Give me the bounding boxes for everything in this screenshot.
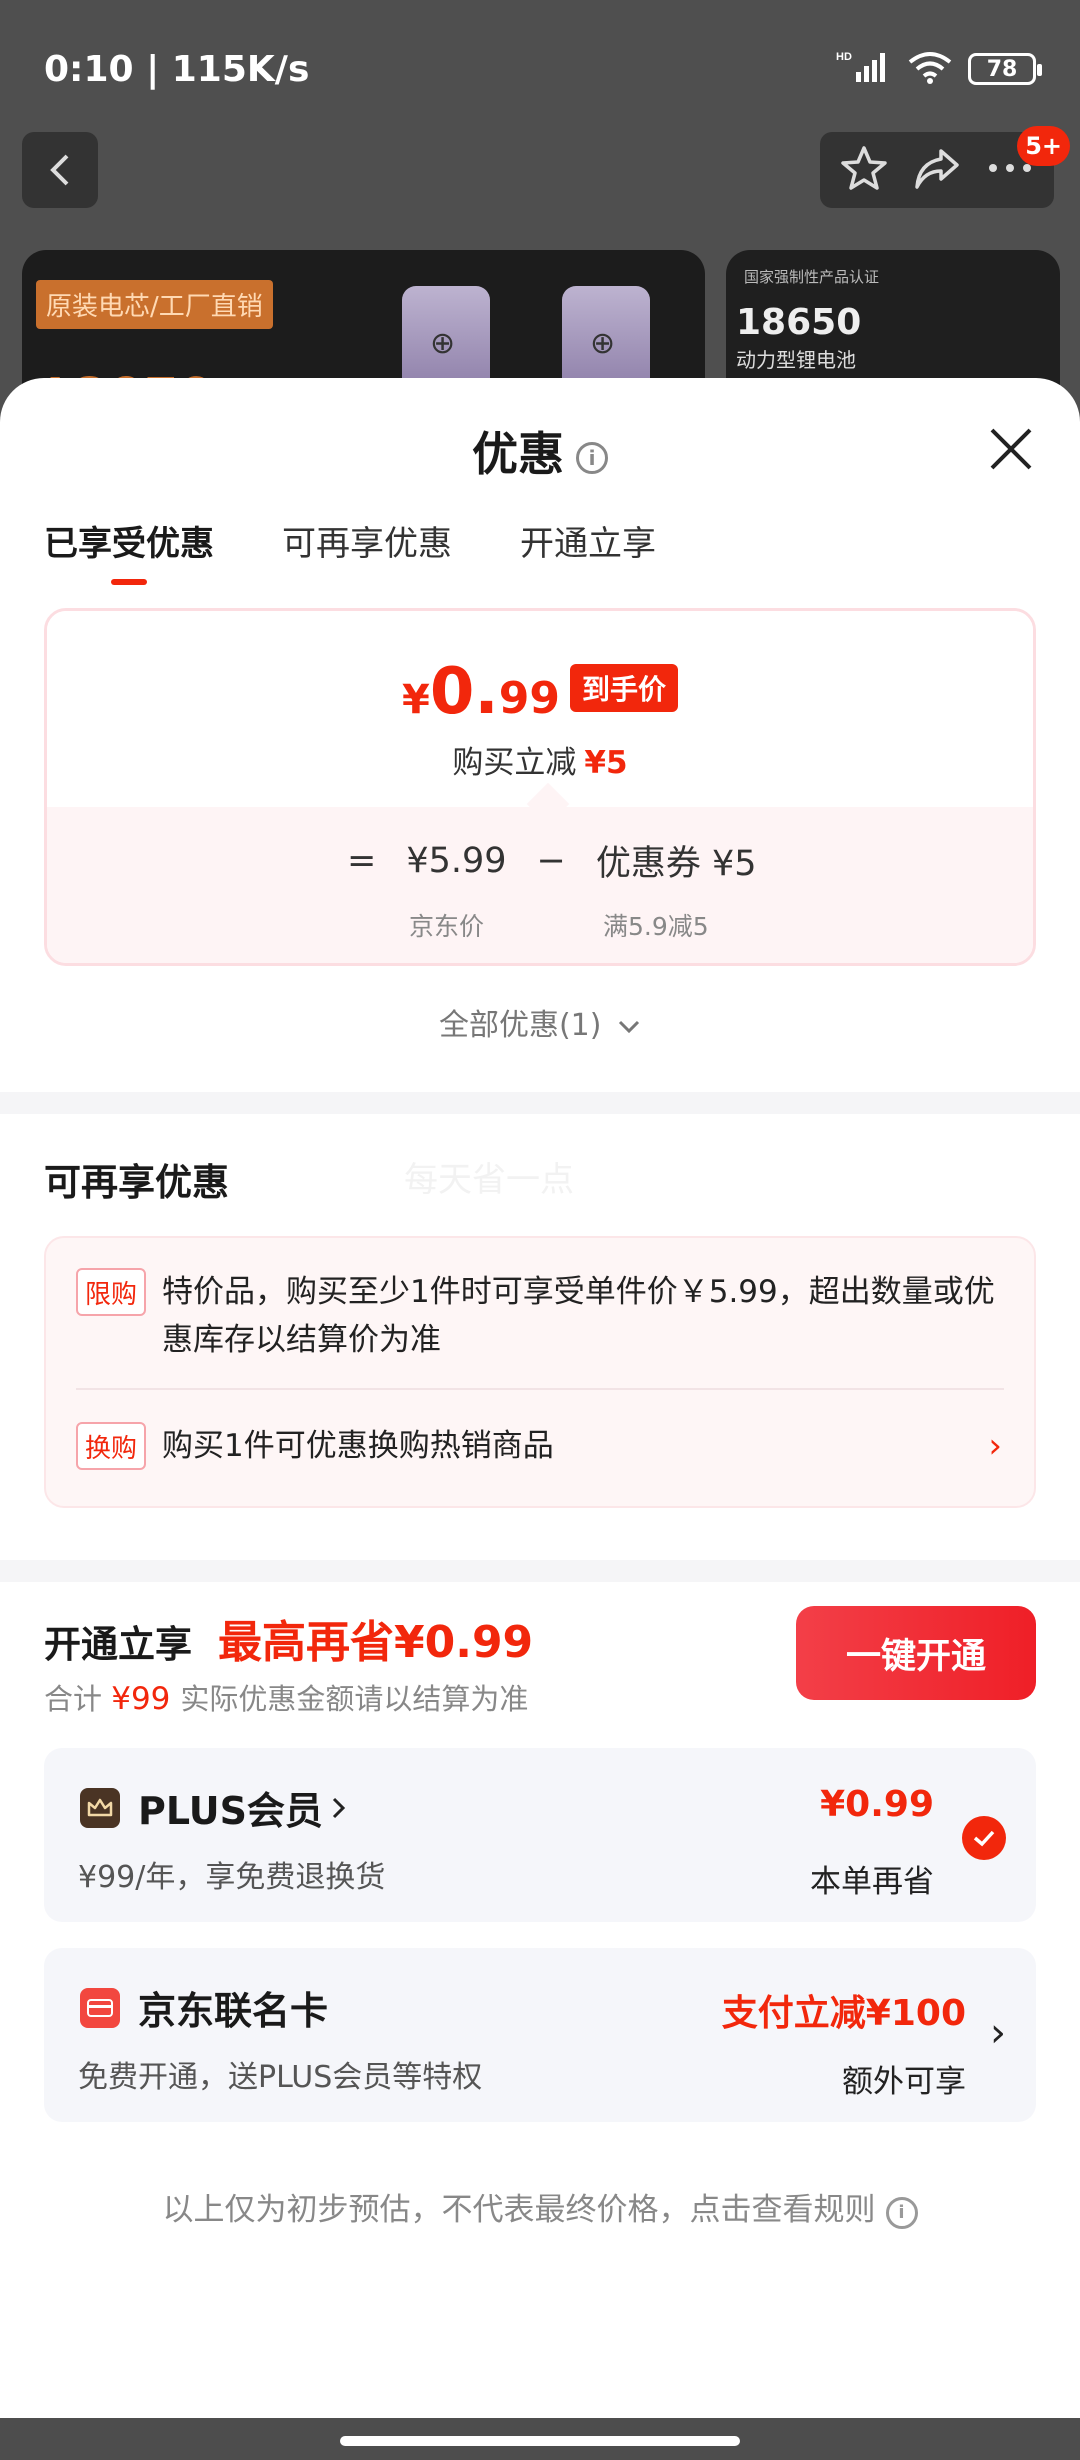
jd-price: ¥5.99: [406, 840, 507, 881]
open-now-note: 合计 ¥99 实际优惠金额请以结算为准: [44, 1681, 529, 1717]
banner-subtitle: 动力型锂电池: [736, 348, 856, 372]
status-icons: HD 78: [836, 50, 1042, 88]
crown-icon: [80, 1787, 120, 1828]
section-divider: [0, 1092, 1080, 1114]
more-discounts-title: 可再享优惠: [44, 1161, 229, 1204]
tab-more-available[interactable]: 可再享优惠: [282, 516, 452, 585]
open-now-header: 开通立享 最高再省¥0.99: [44, 1606, 533, 1670]
chevron-right-icon[interactable]: ›: [990, 2010, 1006, 2056]
tab-enjoyed[interactable]: 已享受优惠: [44, 516, 214, 585]
discount-tabs: 已享受优惠 可再享优惠 开通立享: [44, 516, 656, 585]
close-icon: [990, 428, 1032, 470]
all-discounts-toggle[interactable]: 全部优惠(1): [0, 1000, 1080, 1044]
cobrand-card-subtitle: 免费开通，送PLUS会员等特权: [78, 2060, 483, 2095]
minus-sign: −: [536, 840, 566, 881]
info-icon[interactable]: i: [576, 441, 608, 474]
price-breakdown: = ¥5.99 − 优惠券 ¥5 京东价 满5.9减5: [47, 807, 1033, 963]
star-icon[interactable]: [839, 143, 889, 197]
cert-text: 国家强制性产品认证: [744, 268, 880, 286]
discount-sheet: 优惠 i 已享受优惠 可再享优惠 开通立享 ¥0. 99 到手价 购买立减 ¥5 = …: [0, 378, 1080, 2418]
home-indicator[interactable]: [340, 2436, 740, 2446]
chevron-left-icon: [50, 154, 69, 186]
checkmark-icon[interactable]: [962, 1816, 1006, 1860]
plus-save-amount: ¥0.99: [820, 1784, 934, 1825]
status-bar: 0:10 | 115K/s HD 78: [44, 44, 1042, 94]
instant-discount: 购买立减 ¥5: [452, 745, 628, 781]
plus-title: PLUS会员: [138, 1789, 323, 1833]
plus-member-option[interactable]: PLUS会员 ¥99/年，享免费退换货 ¥0.99 本单再省: [44, 1748, 1036, 1922]
divider: [76, 1388, 1004, 1390]
sheet-title: 优惠 i: [0, 418, 1080, 484]
chevron-right-icon[interactable]: ›: [988, 1426, 1002, 1466]
share-icon[interactable]: [911, 143, 963, 197]
banner-model: 18650: [736, 302, 862, 343]
svg-text:HD: HD: [836, 51, 852, 63]
final-price-card: ¥0. 99 到手价 购买立减 ¥5 = ¥5.99 − 优惠券 ¥5 京东价 满5…: [44, 608, 1036, 966]
cobrand-card-label: 额外可享: [842, 2064, 966, 2100]
battery-icon: 78: [968, 53, 1042, 85]
more-discounts-card: 限购 特价品，购买至少1件时可享受单件价￥5.99，超出数量或优惠库存以结算价为…: [44, 1236, 1036, 1508]
promo-tag-exchange: 换购: [76, 1422, 146, 1470]
cobrand-card-discount: 支付立减¥100: [721, 1993, 966, 2034]
promo-limit-row: 限购 特价品，购买至少1件时可享受单件价￥5.99，超出数量或优惠库存以结算价为…: [76, 1268, 1010, 1364]
all-discounts-label: 全部优惠(1): [438, 1008, 602, 1043]
section-divider: [0, 1560, 1080, 1582]
jd-price-label: 京东价: [409, 912, 485, 941]
open-now-title: 开通立享: [44, 1623, 192, 1666]
info-icon[interactable]: i: [885, 2196, 918, 2229]
credit-card-icon: [80, 1987, 120, 2028]
chevron-down-icon: [618, 1020, 640, 1033]
signal-icon: HD: [836, 50, 892, 88]
status-time: 0:10 | 115K/s: [44, 48, 310, 90]
chevron-right-icon[interactable]: [329, 1793, 349, 1823]
one-key-open-button[interactable]: 一键开通: [796, 1606, 1036, 1700]
close-button[interactable]: [986, 424, 1036, 474]
banner-tag: 原装电芯/工厂直销: [36, 280, 273, 329]
tab-open-now[interactable]: 开通立享: [520, 516, 656, 585]
promo-exchange-row[interactable]: 换购 购买1件可优惠换购热销商品: [76, 1422, 1010, 1470]
message-count-badge: 5+: [1017, 126, 1070, 166]
rules-note[interactable]: 以上仅为初步预估，不代表最终价格，点击查看规则 i: [0, 2184, 1080, 2229]
plus-save-label: 本单再省: [810, 1864, 934, 1900]
open-now-max-save: 最高再省¥0.99: [218, 1617, 534, 1668]
wifi-icon: [906, 50, 954, 88]
back-button[interactable]: [22, 132, 98, 208]
jd-cobrand-card-option[interactable]: 京东联名卡 免费开通，送PLUS会员等特权 支付立减¥100 额外可享 ›: [44, 1948, 1036, 2122]
final-price: ¥0. 99: [402, 655, 560, 729]
watermark-text: 每天省一点: [404, 1160, 574, 1200]
coupon-condition: 满5.9减5: [603, 912, 709, 941]
coupon-amount: 优惠券 ¥5: [595, 844, 757, 884]
promo-text-exchange: 购买1件可优惠换购热销商品: [162, 1428, 554, 1464]
promo-text-limit: 特价品，购买至少1件时可享受单件价￥5.99，超出数量或优惠库存以结算价为准: [162, 1274, 995, 1358]
cobrand-card-title: 京东联名卡: [138, 1989, 329, 2033]
sheet-title-text: 优惠: [472, 427, 564, 481]
plus-subtitle: ¥99/年，享免费退换货: [78, 1860, 386, 1895]
promo-tag-limit: 限购: [76, 1268, 146, 1316]
rules-note-text: 以上仅为初步预估，不代表最终价格，点击查看规则: [162, 2192, 876, 2228]
final-price-pill: 到手价: [569, 664, 678, 712]
equals-sign: =: [347, 840, 377, 881]
